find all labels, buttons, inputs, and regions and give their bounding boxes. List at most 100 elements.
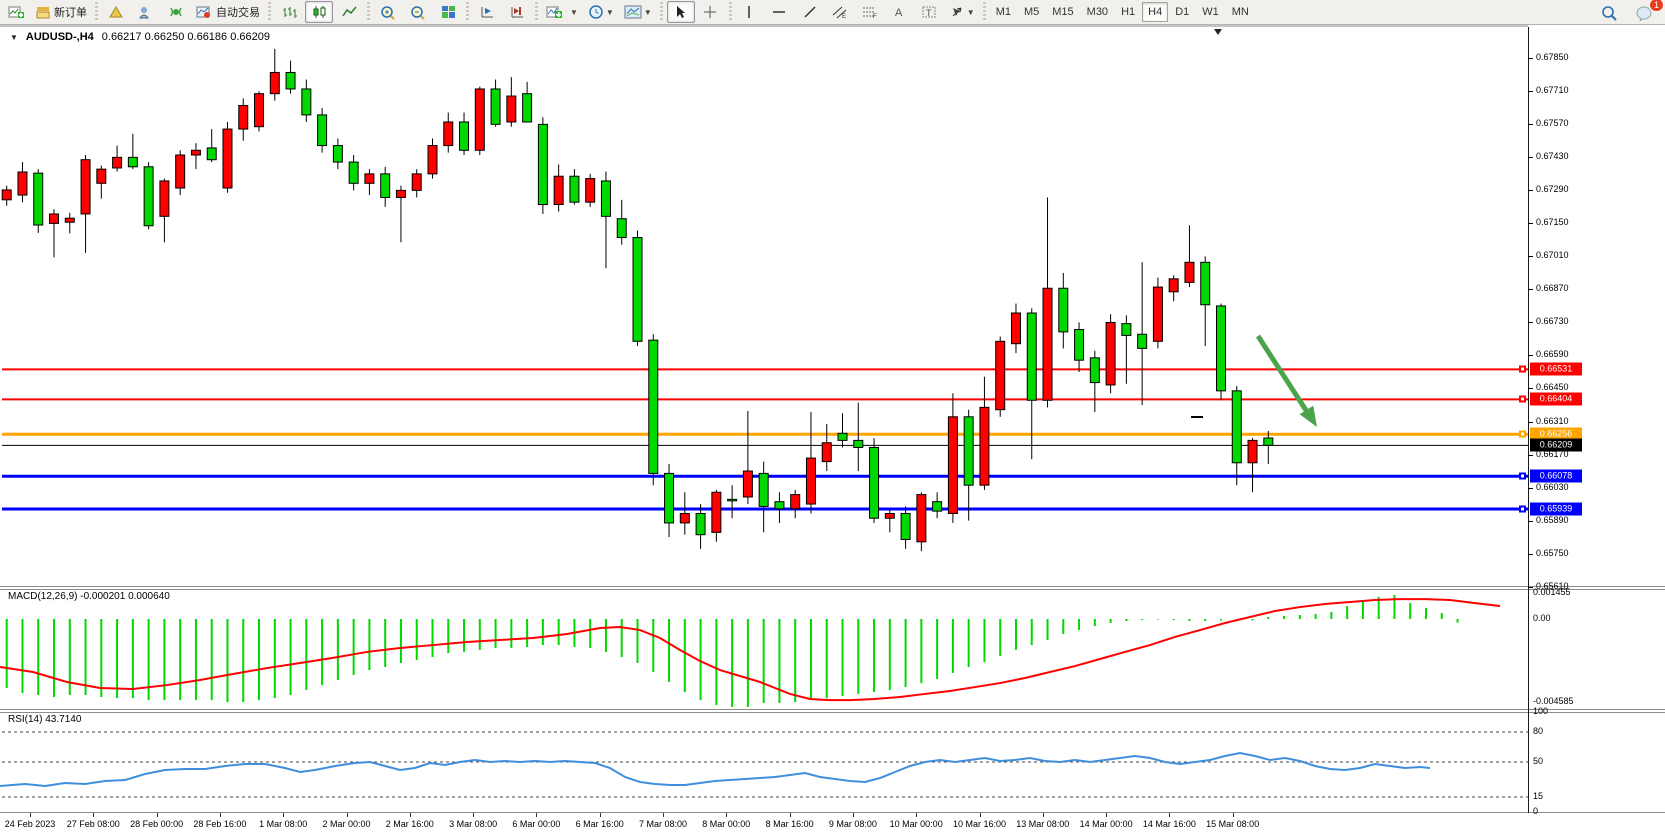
timeframe-button-m30[interactable]: M30: [1081, 2, 1114, 22]
price-line-anchor[interactable]: [1519, 366, 1526, 373]
candlestick-chart-icon[interactable]: [305, 1, 333, 23]
time-tick-mark: [30, 813, 31, 817]
dropdown-arrow-icon: ▼: [644, 8, 652, 17]
time-tick-mark: [726, 813, 727, 817]
price-tick-mark: [1528, 455, 1533, 456]
timeframe-button-m15[interactable]: M15: [1046, 2, 1079, 22]
candle-body: [128, 157, 137, 166]
candle-body: [460, 122, 469, 150]
svg-text:A: A: [895, 7, 903, 19]
time-tick-label: 8 Mar 16:00: [766, 819, 814, 829]
timeframe-button-m5[interactable]: M5: [1018, 2, 1045, 22]
price-tick-label: 0.67150: [1536, 217, 1569, 227]
indicators-icon[interactable]: ▼: [542, 1, 582, 23]
candle-body: [665, 473, 674, 523]
candle-body: [1059, 288, 1068, 332]
candle-body: [507, 96, 516, 122]
price-tick-mark: [1528, 488, 1533, 489]
candle-body: [65, 218, 74, 222]
price-tick-label: 0.65750: [1536, 548, 1569, 558]
candle-body: [1138, 334, 1147, 348]
time-tick-label: 8 Mar 00:00: [702, 819, 750, 829]
timeframe-button-h4[interactable]: H4: [1142, 2, 1168, 22]
line-chart-icon[interactable]: [335, 1, 363, 23]
timeframe-button-mn[interactable]: MN: [1226, 2, 1255, 22]
timeframe-button-m1[interactable]: M1: [990, 2, 1017, 22]
chart-shift-marker[interactable]: [1214, 29, 1222, 35]
candle-body: [633, 238, 642, 342]
candle-body: [980, 407, 989, 485]
price-tick-mark: [1528, 256, 1533, 257]
timeframe-button-d1[interactable]: D1: [1169, 2, 1195, 22]
price-tick-label: 0.66450: [1536, 382, 1569, 392]
panel-separator[interactable]: [0, 586, 1665, 587]
candle-body: [775, 502, 784, 509]
time-axis[interactable]: 24 Feb 202327 Feb 08:0028 Feb 00:0028 Fe…: [0, 813, 1665, 833]
dropdown-arrow-icon: ▼: [606, 8, 614, 17]
price-tick-label: 0.65890: [1536, 515, 1569, 525]
price-line-anchor[interactable]: [1519, 473, 1526, 480]
text-label-icon[interactable]: T: [916, 1, 944, 23]
equidistant-channel-icon[interactable]: E: [826, 1, 854, 23]
search-icon[interactable]: [1595, 2, 1623, 24]
dropdown-arrow-icon: ▼: [570, 8, 578, 17]
arrows-icon[interactable]: ▼: [946, 1, 979, 23]
period-icon[interactable]: ▼: [584, 1, 618, 23]
candle-body: [1216, 306, 1225, 391]
cursor-icon[interactable]: [667, 1, 695, 23]
candle-body: [1264, 438, 1273, 445]
panel-separator: [0, 589, 1665, 590]
chevron-down-icon[interactable]: ▼: [10, 33, 18, 42]
vertical-line-icon[interactable]: [736, 1, 764, 23]
price-line-anchor[interactable]: [1519, 396, 1526, 403]
auto-trading-button[interactable]: 自动交易: [192, 1, 264, 23]
chart-forward-icon[interactable]: [473, 1, 501, 23]
new-chart-icon[interactable]: [2, 1, 30, 23]
panel-separator[interactable]: [0, 709, 1665, 710]
signals-icon[interactable]: [162, 1, 190, 23]
candle-body: [333, 146, 342, 163]
chart-end-icon[interactable]: [503, 1, 531, 23]
candle-body: [239, 105, 248, 129]
rsi-tick-label: 15: [1533, 791, 1543, 801]
chat-badge: 1: [1649, 0, 1664, 12]
chart-ohlc-values: 0.66217 0.66250 0.66186 0.66209: [102, 31, 270, 43]
price-tick-mark: [1528, 91, 1533, 92]
time-tick-label: 13 Mar 08:00: [1016, 819, 1069, 829]
market-watch-icon[interactable]: [102, 1, 130, 23]
chat-icon[interactable]: 1: [1631, 2, 1659, 24]
trend-arrow-annotation[interactable]: [1258, 336, 1311, 418]
chart-plot[interactable]: [0, 25, 1665, 840]
time-tick-label: 2 Mar 00:00: [322, 819, 370, 829]
new-order-button[interactable]: 新订单: [32, 1, 91, 23]
tile-windows-icon[interactable]: [434, 1, 462, 23]
price-tick-mark: [1528, 388, 1533, 389]
candle-body: [428, 146, 437, 174]
candle-body: [1153, 287, 1162, 341]
candle-body: [1011, 313, 1020, 344]
candle-body: [113, 157, 122, 168]
price-line-badge: 0.66209: [1530, 439, 1582, 452]
candle-body: [18, 172, 27, 195]
price-axis-line: [1528, 27, 1529, 813]
templates-icon[interactable]: ▼: [620, 1, 656, 23]
candle-body: [475, 89, 484, 150]
text-icon[interactable]: A: [886, 1, 914, 23]
crosshair-icon[interactable]: [697, 1, 725, 23]
candle-body: [838, 433, 847, 440]
zoom-in-icon[interactable]: [374, 1, 402, 23]
timeframe-button-h1[interactable]: H1: [1115, 2, 1141, 22]
price-line-anchor[interactable]: [1519, 506, 1526, 513]
price-line-anchor[interactable]: [1519, 431, 1526, 438]
data-window-icon[interactable]: [132, 1, 160, 23]
trendline-icon[interactable]: [796, 1, 824, 23]
time-tick-label: 7 Mar 08:00: [639, 819, 687, 829]
zoom-out-icon[interactable]: [404, 1, 432, 23]
fibonacci-icon[interactable]: F: [856, 1, 884, 23]
timeframe-button-w1[interactable]: W1: [1196, 2, 1225, 22]
time-tick-label: 28 Feb 16:00: [193, 819, 246, 829]
candle-body: [885, 513, 894, 518]
timeframe-group: M1M5M15M30H1H4D1W1MN: [990, 2, 1255, 22]
bar-chart-icon[interactable]: [275, 1, 303, 23]
horizontal-line-icon[interactable]: [766, 1, 794, 23]
